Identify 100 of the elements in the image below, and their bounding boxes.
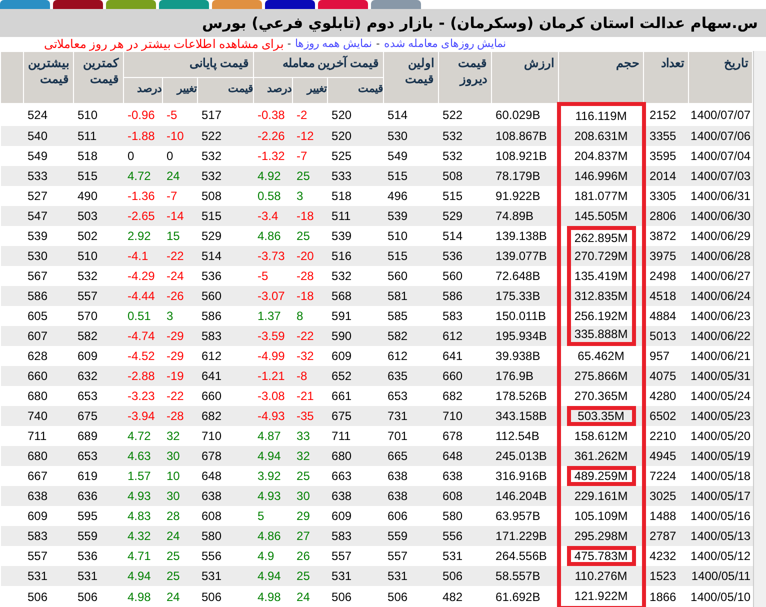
table-cell: 4.86 [254, 526, 293, 546]
table-cell: -10 [162, 126, 198, 146]
table-cell: 540 [24, 126, 74, 146]
table-cell: 539 [24, 226, 74, 246]
table-cell: 515 [384, 166, 439, 186]
table-cell: 591 [328, 306, 384, 326]
table-cell: 2498 [644, 266, 689, 286]
table-cell-text: 361.262M [573, 448, 629, 464]
table-cell: 536 [74, 546, 124, 566]
table-cell: 30 [162, 446, 198, 466]
table-cell: 539 [328, 226, 384, 246]
table-cell: 531 [198, 566, 254, 586]
table-cell: 515 [438, 186, 492, 206]
table-cell-text: -0.38 [256, 106, 286, 124]
table-cell: -4.74 [124, 326, 162, 346]
table-cell: 1400/05/10 [688, 586, 753, 607]
tab[interactable] [265, 0, 315, 9]
table-cell: 612 [384, 346, 439, 366]
table-cell: 678 [198, 446, 254, 466]
table-cell: 4.83 [124, 506, 162, 526]
table-cell-text: 522 [442, 106, 464, 124]
table-cell: 24 [162, 166, 198, 186]
column-header: قیمت دیروز [438, 52, 492, 104]
table-cell-text: -2 [296, 106, 308, 124]
table-cell: 1400/06/28 [688, 246, 753, 266]
tab[interactable] [371, 0, 421, 9]
table-cell: 609 [24, 506, 74, 526]
table-cell: 522 [198, 126, 254, 146]
table-cell: 560 [384, 266, 439, 286]
table-cell: 503.35M [566, 406, 636, 426]
table-cell: 78.179B [492, 166, 559, 186]
table-cell: 91.922B [492, 186, 559, 206]
table-cell-text: 514 [386, 106, 409, 124]
table-cell: 582 [74, 326, 124, 346]
separator-text: - [287, 37, 292, 51]
table-cell-text: 520 [330, 106, 353, 124]
table-cell: -18 [292, 286, 328, 306]
table-cell: 24 [292, 586, 328, 607]
table-cell: 506 [74, 586, 124, 607]
scrollbar[interactable] [753, 51, 766, 607]
tab[interactable] [53, 0, 103, 9]
link[interactable]: نمایش همه روزها [295, 37, 372, 51]
table-cell: 171.229B [492, 526, 559, 546]
table-cell: 4.87 [254, 426, 293, 446]
table-cell: 1400/06/27 [688, 266, 753, 286]
table-cell: 632 [74, 366, 124, 386]
tab[interactable] [159, 0, 209, 9]
table-cell: 1.57 [124, 466, 162, 486]
table-cell: 740 [24, 406, 74, 426]
table-cell: 648 [438, 446, 492, 466]
table-cell: 27 [292, 526, 328, 546]
table-cell: 508 [198, 186, 254, 206]
table-cell: -3.07 [254, 286, 293, 306]
table-cell: 532 [198, 166, 254, 186]
table-cell: 581 [384, 286, 439, 306]
table-cell: 557 [384, 546, 439, 566]
table-cell: 4.9 [254, 546, 293, 566]
table-cell: 0 [124, 146, 162, 166]
column-header: درصد [254, 78, 293, 104]
table-cell: 557 [74, 286, 124, 306]
table-cell: 1400/06/30 [688, 206, 753, 226]
table-cell: 2210 [644, 426, 689, 446]
table-cell-text: 181.077M [573, 188, 629, 204]
table-cell: 583 [198, 326, 254, 346]
table-cell-text: 270.365M [573, 388, 629, 404]
table-cell: 108.921B [492, 146, 559, 166]
table-cell: 30 [162, 486, 198, 506]
table-cell: -3.4 [254, 206, 293, 226]
tab[interactable] [212, 0, 262, 9]
hint-text: برای مشاهده اطلاعات بیشتر در هر روز معاملاتی [44, 37, 284, 51]
table-cell-text: 121.922M [573, 588, 629, 604]
table-cell: 609 [74, 346, 124, 366]
link[interactable]: نمایش روزهای معامله شده [384, 37, 506, 51]
table-cell: 585 [384, 306, 439, 326]
table-cell: -18 [292, 206, 328, 226]
table-cell: 506 [198, 586, 254, 607]
table-cell: 33 [292, 426, 328, 446]
table-cell: 1400/06/31 [688, 186, 753, 206]
table-cell: 28 [162, 506, 198, 526]
table-cell: 112.54B [492, 426, 559, 446]
column-header: تاریخ [688, 52, 753, 104]
table-cell: 4.63 [124, 446, 162, 466]
table-cell: 1400/07/04 [688, 146, 753, 166]
table-cell: 652 [328, 366, 384, 386]
table-cell: 175.33B [492, 286, 559, 306]
table-cell: 4945 [644, 446, 689, 466]
table-cell: -22 [162, 246, 198, 266]
table-cell: 636 [74, 486, 124, 506]
table-cell: 264.556B [492, 546, 559, 566]
table-cell: 1400/05/13 [688, 526, 753, 546]
column-header: درصد [124, 78, 162, 104]
tab[interactable] [318, 0, 368, 9]
table-cell: 532 [328, 266, 384, 286]
table-cell: 957 [644, 346, 689, 366]
table-cell: 529 [198, 226, 254, 246]
table-cell: 1400/06/24 [688, 286, 753, 306]
tab[interactable] [0, 0, 50, 9]
tab[interactable] [106, 0, 156, 9]
table-cell: 74.89B [492, 206, 559, 226]
table-cell: 32 [162, 426, 198, 446]
